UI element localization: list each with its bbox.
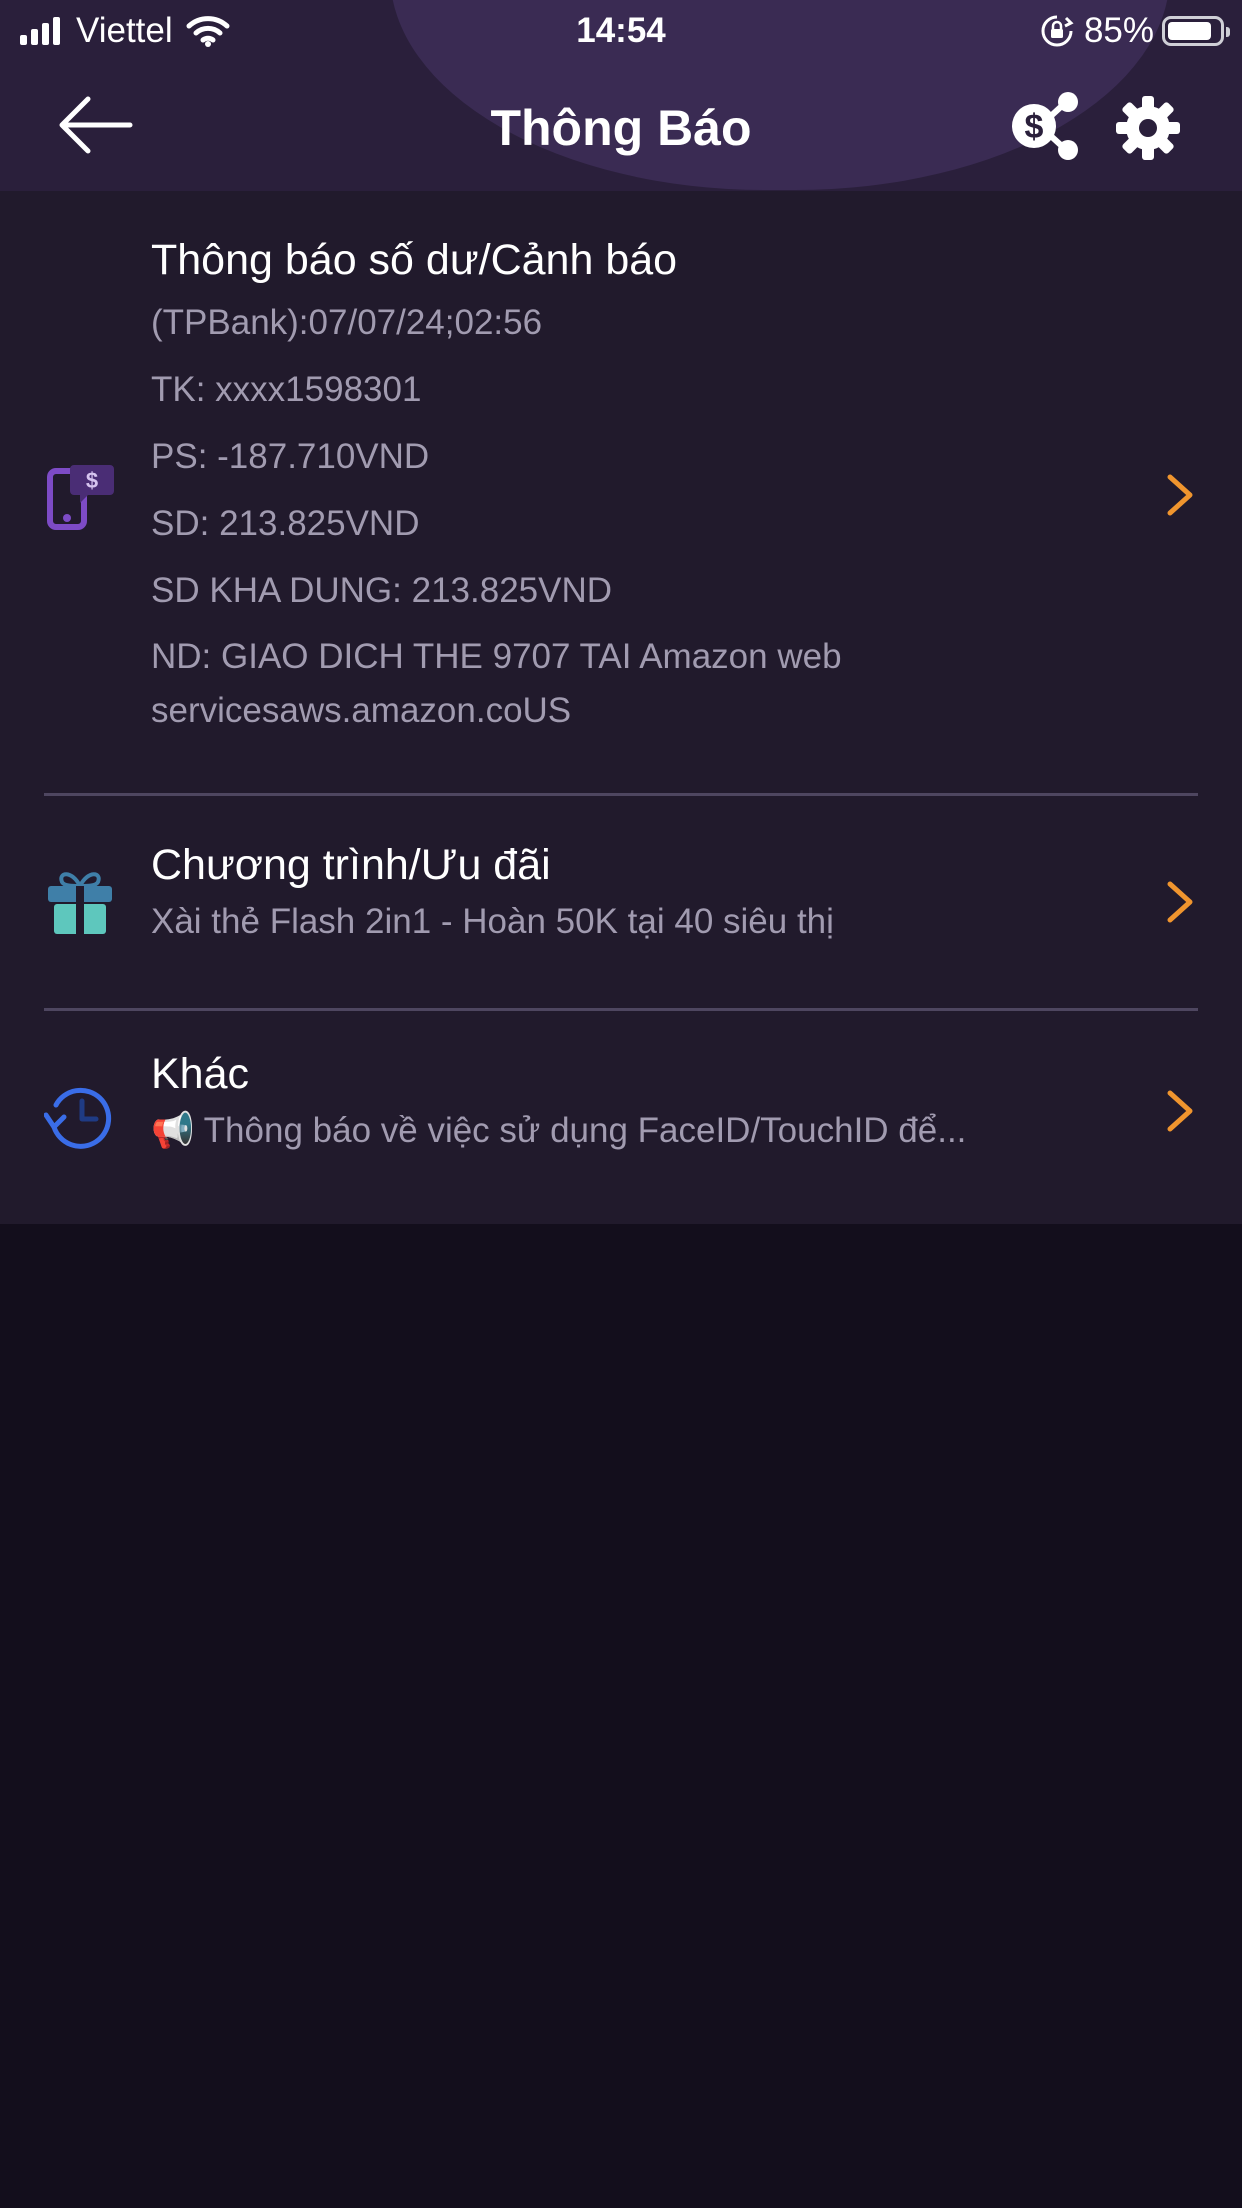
item-line-description: ND: GIAO DICH THE 9707 TAI Amazon web se… [151, 637, 842, 730]
phone-dollar-icon: $ [47, 465, 114, 530]
notification-text-other: Khác 📢 Thông báo về việc sử dụng FaceID/… [151, 1045, 1131, 1159]
status-right: 85% [1040, 8, 1230, 54]
item-subtitle: Xài thẻ Flash 2in1 - Hoàn 50K tại 40 siê… [151, 902, 834, 941]
app-header: Viettel 14:54 85% Thông Báo $ [0, 0, 1242, 191]
notification-item-promotions[interactable]: Chương trình/Ưu đãi Xài thẻ Flash 2in1 -… [0, 796, 1242, 1008]
battery-fill [1168, 22, 1211, 40]
svg-text:$: $ [86, 468, 98, 493]
notification-text-promotions: Chương trình/Ưu đãi Xài thẻ Flash 2in1 -… [151, 836, 1131, 950]
chevron-right-icon [1167, 474, 1193, 516]
item-title: Khác [151, 1050, 250, 1098]
svg-text:$: $ [1025, 108, 1044, 146]
settings-button[interactable] [1112, 92, 1184, 164]
item-subtitle: 📢 Thông báo về việc sử dụng FaceID/Touch… [151, 1111, 967, 1150]
money-share-button[interactable]: $ [1010, 90, 1090, 162]
notification-item-balance[interactable]: $ Thông báo số dư/Cảnh báo (TPBank):07/0… [0, 191, 1242, 793]
gear-icon [1116, 96, 1180, 160]
nav-bar: Thông Báo $ [0, 62, 1242, 191]
battery-icon [1162, 16, 1230, 46]
chevron-right-icon [1167, 881, 1193, 923]
battery-cap [1226, 27, 1230, 37]
chevron-right-icon [1167, 1090, 1193, 1132]
item-line-amount: PS: -187.710VND [151, 437, 430, 476]
item-line-balance: SD: 213.825VND [151, 504, 420, 543]
notification-list: $ Thông báo số dư/Cảnh báo (TPBank):07/0… [0, 191, 1242, 1224]
notification-text-balance: Thông báo số dư/Cảnh báo (TPBank):07/07/… [151, 231, 1131, 738]
item-line-account: TK: xxxx1598301 [151, 370, 422, 409]
notification-item-other[interactable]: Khác 📢 Thông báo về việc sử dụng FaceID/… [0, 1011, 1242, 1224]
battery-percent: 85% [1083, 11, 1154, 50]
item-title: Chương trình/Ưu đãi [151, 841, 551, 889]
gift-icon [48, 872, 112, 934]
money-share-icon: $ [1012, 92, 1078, 160]
rotation-lock-icon [1041, 15, 1074, 47]
item-title: Thông báo số dư/Cảnh báo [151, 236, 678, 284]
item-line-bank-time: (TPBank):07/07/24;02:56 [151, 303, 543, 342]
history-clock-icon [44, 1087, 112, 1149]
item-line-available: SD KHA DUNG: 213.825VND [151, 571, 613, 610]
status-bar: Viettel 14:54 85% [0, 0, 1242, 62]
